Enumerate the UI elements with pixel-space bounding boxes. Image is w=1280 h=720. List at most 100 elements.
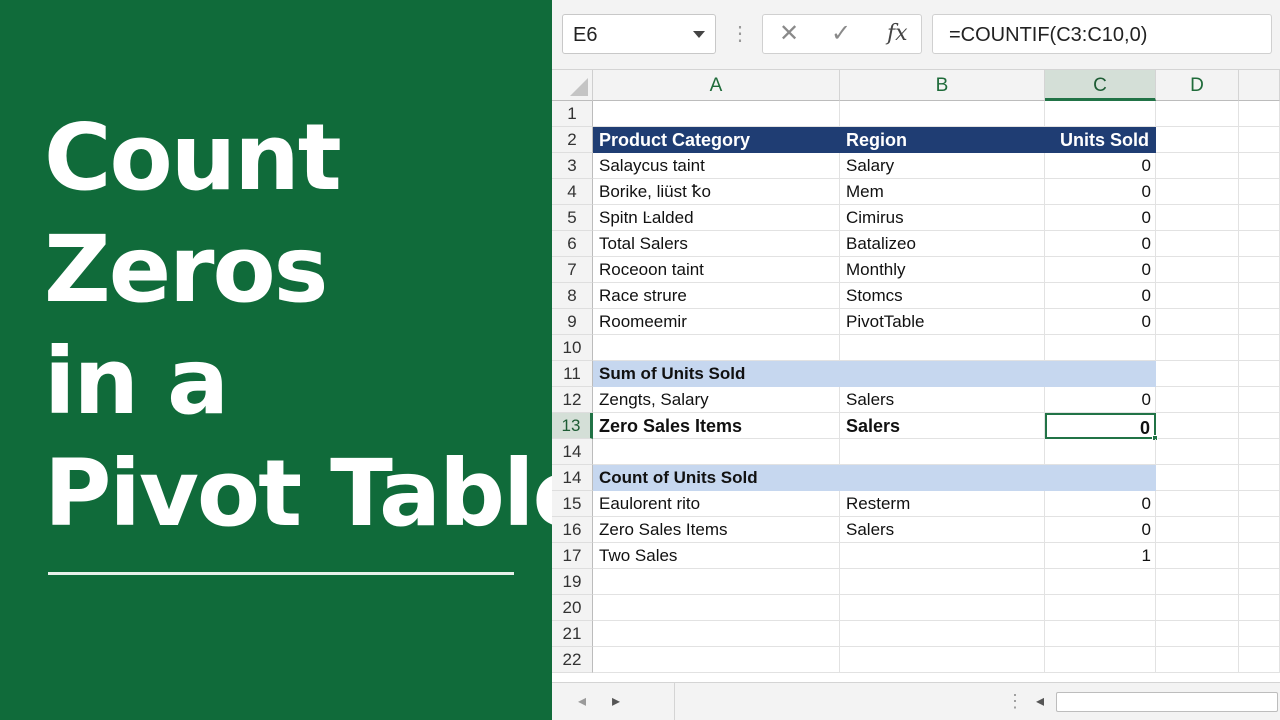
row-header[interactable]: 17 <box>552 543 593 569</box>
row-header[interactable]: 14 <box>552 465 593 491</box>
cell-c[interactable]: Units Sold <box>1045 127 1156 153</box>
cell-b[interactable]: Monthly <box>840 257 1045 283</box>
cell-d[interactable] <box>1156 257 1239 283</box>
cell-a[interactable]: Eaulorent rito <box>593 491 840 517</box>
cell-b[interactable] <box>840 647 1045 673</box>
cell-d[interactable] <box>1156 387 1239 413</box>
row-header[interactable]: 4 <box>552 179 593 205</box>
formula-input[interactable]: =COUNTIF(C3:C10,0) <box>932 14 1272 54</box>
cell-a[interactable] <box>593 101 840 127</box>
cell-a[interactable] <box>593 569 840 595</box>
column-header-d[interactable]: D <box>1156 70 1239 101</box>
row-header[interactable]: 7 <box>552 257 593 283</box>
row-header[interactable]: 16 <box>552 517 593 543</box>
cell-c[interactable] <box>1045 569 1156 595</box>
cell-c[interactable]: 0 <box>1045 309 1156 335</box>
cell-d[interactable] <box>1156 517 1239 543</box>
name-box[interactable]: E6 <box>562 14 716 54</box>
cell-c[interactable] <box>1045 465 1156 491</box>
split-handle-icon[interactable]: ⋮ <box>1006 691 1024 712</box>
cell-e[interactable] <box>1239 283 1280 309</box>
cell-d[interactable] <box>1156 543 1239 569</box>
cell-d[interactable] <box>1156 231 1239 257</box>
cell-c[interactable] <box>1045 361 1156 387</box>
cell-e[interactable] <box>1239 127 1280 153</box>
cell-e[interactable] <box>1239 595 1280 621</box>
cell-e[interactable] <box>1239 101 1280 127</box>
cell-c[interactable] <box>1045 647 1156 673</box>
column-header-b[interactable]: B <box>840 70 1045 101</box>
cancel-icon[interactable]: ✕ <box>779 19 799 49</box>
cell-a[interactable]: Zengts, Salary <box>593 387 840 413</box>
cell-a[interactable]: Total Salers <box>593 231 840 257</box>
cell-a[interactable]: Salaycus taint <box>593 153 840 179</box>
cell-b[interactable]: Salary <box>840 153 1045 179</box>
cell-b[interactable]: Mem <box>840 179 1045 205</box>
cell-e[interactable] <box>1239 491 1280 517</box>
cell-d[interactable] <box>1156 283 1239 309</box>
cell-a[interactable] <box>593 595 840 621</box>
cell-c[interactable]: 0 <box>1045 387 1156 413</box>
insert-function-icon[interactable]: fx <box>887 19 908 49</box>
row-header[interactable]: 22 <box>552 647 593 673</box>
scroll-left-icon[interactable]: ◂ <box>1036 691 1044 711</box>
cell-b[interactable] <box>840 595 1045 621</box>
cell-a[interactable] <box>593 647 840 673</box>
cell-d[interactable] <box>1156 153 1239 179</box>
cell-b[interactable] <box>840 439 1045 465</box>
cell-d[interactable] <box>1156 569 1239 595</box>
cell-c[interactable] <box>1045 595 1156 621</box>
cell-a[interactable]: Roomeemir <box>593 309 840 335</box>
cell-d[interactable] <box>1156 491 1239 517</box>
cell-b[interactable] <box>840 361 1045 387</box>
cell-e[interactable] <box>1239 465 1280 491</box>
cell-b[interactable]: Cimirus <box>840 205 1045 231</box>
cell-c[interactable] <box>1045 439 1156 465</box>
cell-b[interactable] <box>840 621 1045 647</box>
horizontal-scrollbar[interactable] <box>1056 692 1278 712</box>
cell-b[interactable]: Region <box>840 127 1045 153</box>
cell-c[interactable]: 1 <box>1045 543 1156 569</box>
cell-b[interactable] <box>840 569 1045 595</box>
cell-e[interactable] <box>1239 387 1280 413</box>
row-header[interactable]: 8 <box>552 283 593 309</box>
row-header[interactable]: 3 <box>552 153 593 179</box>
cell-a[interactable] <box>593 439 840 465</box>
row-header[interactable]: 2 <box>552 127 593 153</box>
cell-d[interactable] <box>1156 205 1239 231</box>
cell-d[interactable] <box>1156 595 1239 621</box>
cell-e[interactable] <box>1239 179 1280 205</box>
worksheet-grid[interactable]: A B C D 1 2 Product Category Region Units Sold 3 S… <box>552 70 1280 682</box>
row-header[interactable]: 1 <box>552 101 593 127</box>
cell-d[interactable] <box>1156 101 1239 127</box>
cell-c[interactable]: 0 <box>1045 231 1156 257</box>
chevron-down-icon[interactable] <box>693 31 705 38</box>
cell-d[interactable] <box>1156 621 1239 647</box>
cell-c[interactable]: 0 <box>1045 179 1156 205</box>
cell-b[interactable]: PivotTable <box>840 309 1045 335</box>
cell-d[interactable] <box>1156 179 1239 205</box>
cell-d[interactable] <box>1156 465 1239 491</box>
row-header[interactable]: 21 <box>552 621 593 647</box>
column-header-a[interactable]: A <box>593 70 840 101</box>
cell-c[interactable]: 0 <box>1045 205 1156 231</box>
row-header[interactable]: 9 <box>552 309 593 335</box>
cell-b[interactable]: Resterm <box>840 491 1045 517</box>
row-header[interactable]: 13 <box>552 413 593 439</box>
cell-d[interactable] <box>1156 309 1239 335</box>
cell-a[interactable]: Roceoon taint <box>593 257 840 283</box>
cell-b[interactable] <box>840 465 1045 491</box>
cell-d[interactable] <box>1156 439 1239 465</box>
cell-b[interactable]: Batalizeo <box>840 231 1045 257</box>
cell-a[interactable]: Race strure <box>593 283 840 309</box>
cell-b[interactable] <box>840 335 1045 361</box>
cell-e[interactable] <box>1239 413 1280 439</box>
row-header[interactable]: 5 <box>552 205 593 231</box>
cell-e[interactable] <box>1239 335 1280 361</box>
row-header[interactable]: 14 <box>552 439 593 465</box>
cell-e[interactable] <box>1239 309 1280 335</box>
column-header-c[interactable]: C <box>1045 70 1156 101</box>
cell-d[interactable] <box>1156 647 1239 673</box>
column-header-e[interactable] <box>1239 70 1280 101</box>
cell-b[interactable] <box>840 101 1045 127</box>
